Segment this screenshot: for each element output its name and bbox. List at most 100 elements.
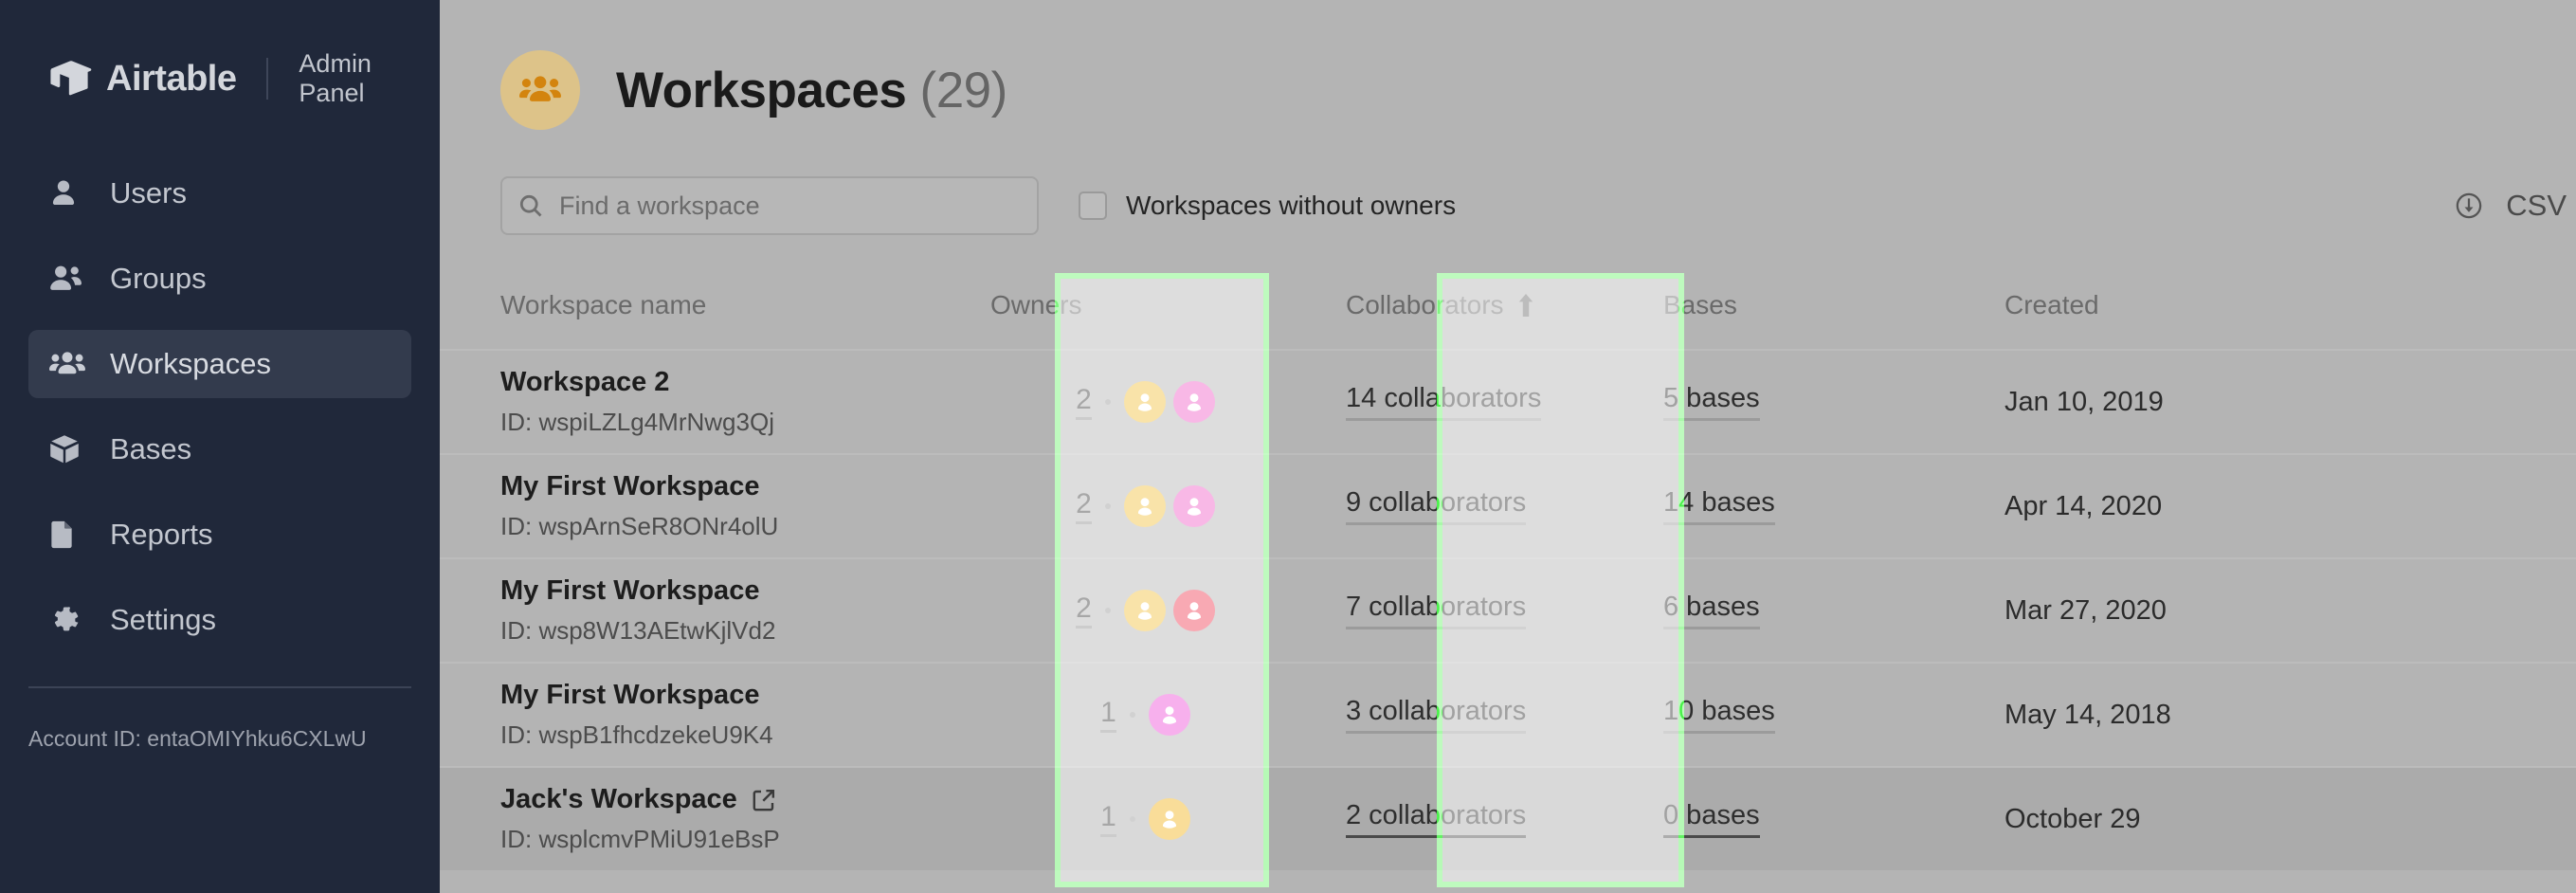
avatar[interactable] [1123, 485, 1166, 527]
cell-bases: 6 bases [1635, 559, 1976, 662]
owner-count[interactable]: 1 [1100, 801, 1116, 837]
table-row[interactable]: My First Workspace ID: wsp8W13AEtwKjlVd2… [440, 557, 2576, 662]
csv-label: CSV [2506, 189, 2567, 222]
created-date: Apr 14, 2020 [2005, 490, 2163, 521]
workspace-name[interactable]: My First Workspace [500, 471, 759, 502]
group-icon [49, 264, 89, 294]
table-row[interactable]: Jack's Workspace ID: wsplcmvPMiU91eBsP 1 [440, 766, 2576, 870]
owner-avatars [1123, 485, 1223, 527]
workspace-name[interactable]: Jack's Workspace [500, 784, 737, 815]
workspaces-without-owners-checkbox[interactable] [1079, 191, 1107, 220]
filter-without-owners[interactable]: Workspaces without owners [1079, 191, 1456, 221]
column-header-created[interactable]: Created [1976, 262, 2576, 349]
avatar[interactable] [1172, 590, 1215, 631]
table-row[interactable]: My First Workspace ID: wspB1fhcdzekeU9K4… [440, 662, 2576, 766]
brand-name: Airtable [106, 58, 237, 99]
owner-count[interactable]: 2 [1076, 384, 1092, 420]
avatar[interactable] [1123, 590, 1166, 631]
cell-collaborators: 3 collaborators [1317, 664, 1635, 766]
filter-label: Workspaces without owners [1126, 191, 1457, 220]
page-title-text: Workspaces [616, 62, 907, 118]
workspaces-table: Workspace name Owners Collaborators Base… [440, 262, 2576, 870]
collaborators-link[interactable]: 9 collaborators [1346, 487, 1527, 525]
sort-ascending-icon [1517, 294, 1534, 317]
cell-owners: 2 [962, 455, 1317, 557]
collaborators-link[interactable]: 2 collaborators [1346, 800, 1527, 838]
collaborators-link[interactable]: 14 collaborators [1346, 383, 1542, 421]
column-header-workspace-name[interactable]: Workspace name [440, 262, 962, 349]
avatar[interactable] [1148, 694, 1190, 736]
cell-created: October 29 [1976, 768, 2576, 870]
workspace-id: ID: wspiLZLg4MrNwg3Qj [500, 408, 774, 436]
table-header-row: Workspace name Owners Collaborators Base… [440, 262, 2576, 349]
external-link-icon[interactable] [753, 789, 775, 811]
sidebar-item-reports[interactable]: Reports [28, 501, 411, 569]
sidebar-item-label: Reports [110, 518, 213, 551]
csv-export-button[interactable]: CSV [2455, 189, 2567, 223]
collaborators-link[interactable]: 7 collaborators [1346, 592, 1527, 629]
column-header-collaborators[interactable]: Collaborators [1317, 262, 1635, 349]
table-row[interactable]: Workspace 2 ID: wspiLZLg4MrNwg3Qj 2 14 c… [440, 349, 2576, 453]
table-row[interactable]: My First Workspace ID: wspArnSeR8ONr4olU… [440, 453, 2576, 557]
workspace-id: ID: wsplcmvPMiU91eBsP [500, 825, 780, 853]
sidebar-item-workspaces[interactable]: Workspaces [28, 330, 411, 398]
search-box[interactable] [500, 176, 1039, 235]
separator-dot [1129, 712, 1135, 718]
column-header-bases[interactable]: Bases [1635, 262, 1976, 349]
workspace-name[interactable]: My First Workspace [500, 575, 759, 607]
separator-dot [1104, 399, 1111, 405]
cell-workspace-name: My First Workspace ID: wsp8W13AEtwKjlVd2 [440, 559, 962, 662]
owner-avatars [1123, 381, 1223, 423]
admin-panel-app: Airtable Admin Panel Users Groups Worksp… [0, 0, 2576, 893]
owner-count[interactable]: 2 [1076, 592, 1092, 629]
cell-created: Apr 14, 2020 [1976, 455, 2576, 557]
created-date: May 14, 2018 [2005, 699, 2171, 730]
bases-link[interactable]: 0 bases [1663, 800, 1760, 838]
cell-owners: 2 [962, 351, 1317, 453]
cell-collaborators: 14 collaborators [1317, 351, 1635, 453]
cell-created: Mar 27, 2020 [1976, 559, 2576, 662]
owner-avatars [1148, 694, 1198, 736]
sidebar-item-settings[interactable]: Settings [28, 586, 411, 654]
workspace-name[interactable]: Workspace 2 [500, 367, 669, 398]
brand-header: Airtable Admin Panel [0, 0, 440, 107]
gear-icon [49, 605, 89, 635]
avatar[interactable] [1123, 381, 1166, 423]
sidebar-item-users[interactable]: Users [28, 159, 411, 228]
cell-owners: 2 [962, 559, 1317, 662]
bases-link[interactable]: 6 bases [1663, 592, 1760, 629]
search-input[interactable] [559, 191, 1022, 221]
cell-collaborators: 2 collaborators [1317, 768, 1635, 870]
page-header: Workspaces (29) [440, 0, 2576, 142]
sidebar-item-label: Workspaces [110, 347, 271, 380]
separator-dot [1129, 816, 1135, 822]
avatar[interactable] [1172, 381, 1215, 423]
sidebar-item-groups[interactable]: Groups [28, 245, 411, 313]
document-icon [49, 519, 89, 550]
workspace-id: ID: wsp8W13AEtwKjlVd2 [500, 616, 776, 645]
page-title: Workspaces (29) [616, 62, 1007, 119]
bases-link[interactable]: 5 bases [1663, 383, 1760, 421]
cell-workspace-name: My First Workspace ID: wspB1fhcdzekeU9K4 [440, 664, 962, 766]
workspace-name[interactable]: My First Workspace [500, 680, 759, 711]
bases-link[interactable]: 10 bases [1663, 696, 1775, 734]
column-header-owners[interactable]: Owners [962, 262, 1317, 349]
cell-workspace-name: Workspace 2 ID: wspiLZLg4MrNwg3Qj [440, 351, 962, 453]
cell-bases: 14 bases [1635, 455, 1976, 557]
sidebar-item-bases[interactable]: Bases [28, 415, 411, 483]
workspace-id: ID: wspB1fhcdzekeU9K4 [500, 720, 773, 749]
owner-count[interactable]: 1 [1100, 697, 1116, 733]
owner-count[interactable]: 2 [1076, 488, 1092, 524]
airtable-logo-icon[interactable] [49, 60, 93, 98]
created-date: Jan 10, 2019 [2005, 386, 2164, 417]
workspaces-icon [49, 349, 89, 379]
workspaces-icon [500, 50, 580, 130]
collaborators-link[interactable]: 3 collaborators [1346, 696, 1527, 734]
cell-bases: 0 bases [1635, 768, 1976, 870]
avatar[interactable] [1148, 798, 1190, 840]
cell-owners: 1 [962, 664, 1317, 766]
bases-link[interactable]: 14 bases [1663, 487, 1775, 525]
created-date: October 29 [2005, 803, 2141, 834]
avatar[interactable] [1172, 485, 1215, 527]
sidebar: Airtable Admin Panel Users Groups Worksp… [0, 0, 440, 893]
